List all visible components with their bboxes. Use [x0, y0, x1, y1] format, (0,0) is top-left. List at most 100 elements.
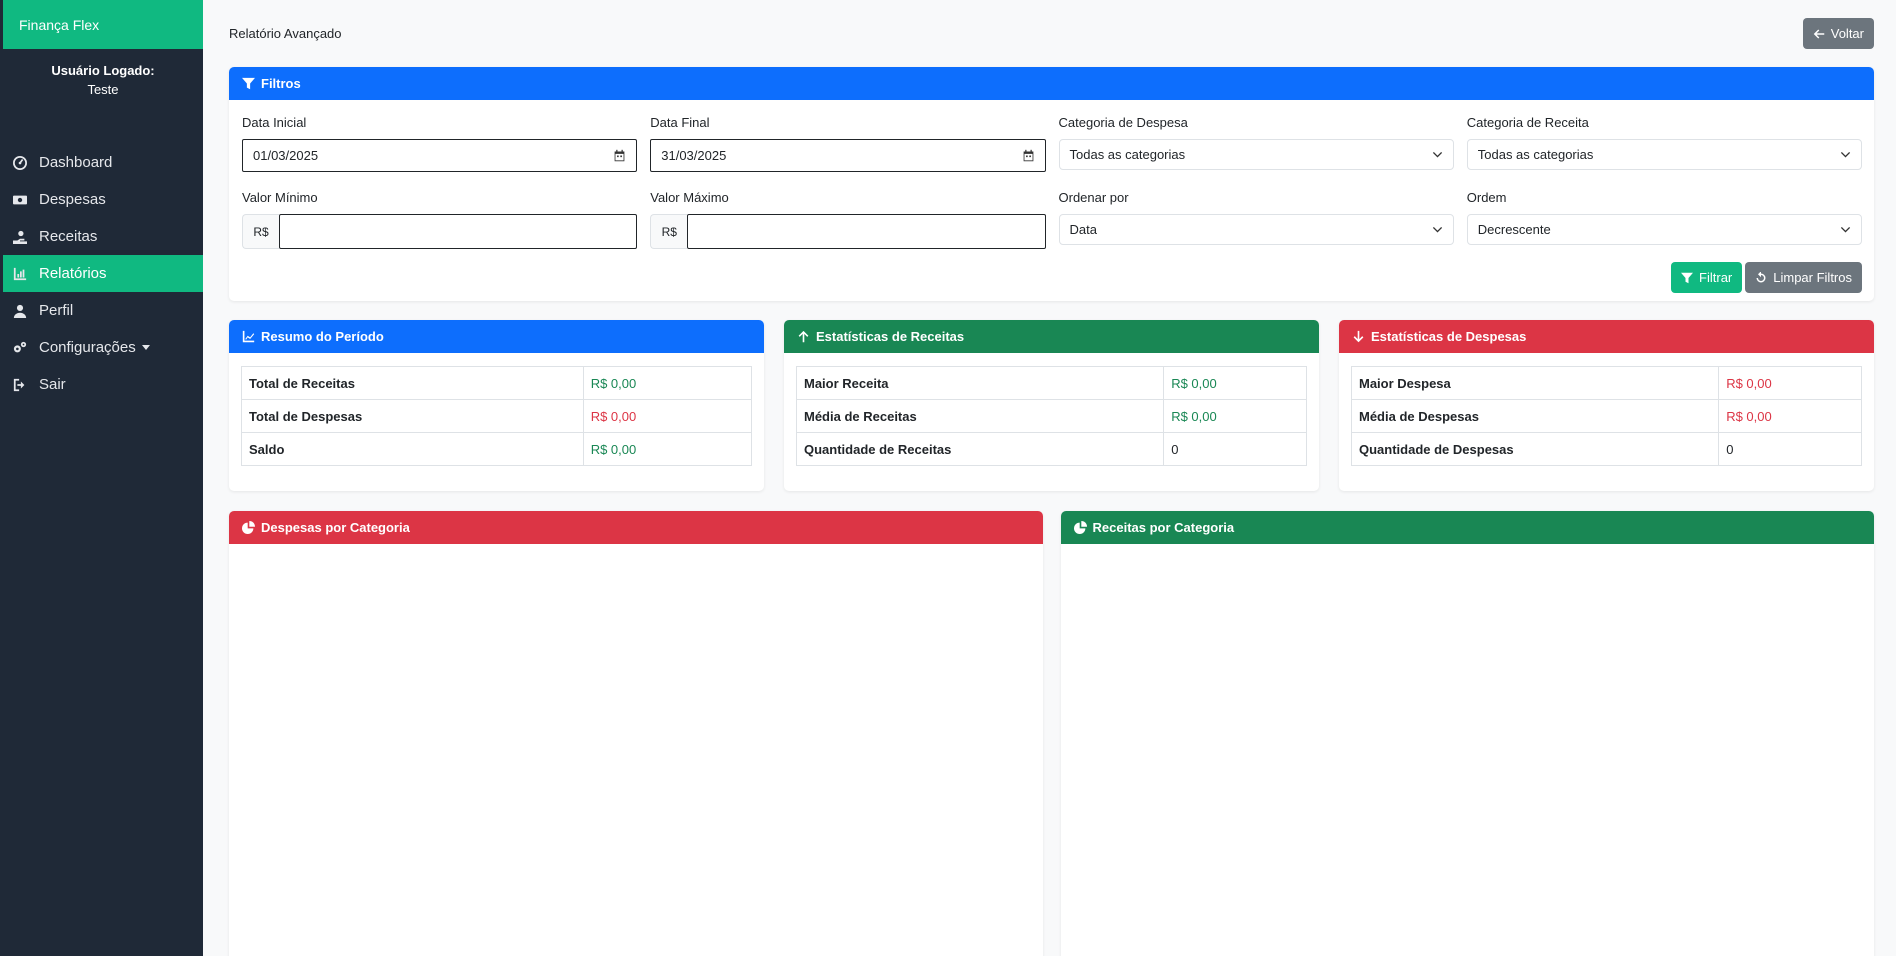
- end-date-label: Data Final: [650, 115, 710, 130]
- sidebar-item-label: Receitas: [39, 228, 98, 245]
- sign-out-icon: [13, 378, 27, 392]
- filter-icon: [1681, 272, 1694, 283]
- order-label: Ordem: [1466, 190, 1507, 205]
- income-count-value: 0: [1163, 432, 1307, 466]
- sidebar-item-sair[interactable]: Sair: [3, 366, 203, 403]
- sidebar-item-dashboard[interactable]: Dashboard: [3, 144, 203, 181]
- avg-expense-value: R$ 0,00: [1718, 399, 1862, 433]
- filter-col: Data Inicial 01/03/2025: [242, 115, 638, 172]
- expense-stats-table: Maior Despesa R$ 0,00 Média de Despesas R$…: [1350, 366, 1862, 466]
- max-income-value: R$ 0,00: [1163, 366, 1307, 400]
- row-label: Total de Receitas: [241, 366, 584, 400]
- hand-coin-icon: [13, 230, 27, 244]
- end-date-input[interactable]: 31/03/2025: [650, 139, 1046, 172]
- income-category-select[interactable]: Todas as categorias: [1466, 139, 1862, 170]
- order-value: Decrescente: [1477, 222, 1551, 237]
- income-category-value: Todas as categorias: [1477, 147, 1594, 162]
- chevron-down-icon: [1432, 151, 1442, 158]
- topbar: Relatório Avançado Voltar: [229, 0, 1874, 67]
- sidebar-item-label: Perfil: [39, 302, 74, 319]
- pie-chart-icon: [1073, 521, 1087, 534]
- min-value-label: Valor Mínimo: [242, 190, 318, 205]
- total-expense-value: R$ 0,00: [582, 399, 753, 433]
- total-income-value: R$ 0,00: [582, 366, 753, 400]
- expense-category-select[interactable]: Todas as categorias: [1058, 139, 1454, 170]
- order-select[interactable]: Decrescente: [1466, 214, 1862, 245]
- max-expense-value: R$ 0,00: [1718, 366, 1862, 400]
- avg-income-value: R$ 0,00: [1163, 399, 1307, 433]
- summary-header: Resumo do Período: [229, 320, 764, 353]
- brand-logo[interactable]: Finança Flex: [3, 0, 203, 49]
- filter-col: Categoria de Despesa Todas as categorias: [1058, 115, 1454, 172]
- main-content: Relatório Avançado Voltar Filtros Data I…: [203, 0, 1896, 956]
- summary-title: Resumo do Período: [261, 329, 384, 344]
- income-stats-header: Estatísticas de Receitas: [784, 320, 1319, 353]
- sidebar-item-configuracoes[interactable]: Configurações: [3, 329, 203, 366]
- user-name: Teste: [87, 82, 119, 97]
- sidebar: Finança Flex Usuário Logado: Teste Dashb…: [0, 0, 203, 956]
- chevron-down-icon: [1840, 226, 1851, 233]
- money-bill-icon: [13, 193, 27, 207]
- sidebar-item-receitas[interactable]: Receitas: [3, 218, 203, 255]
- calendar-icon[interactable]: [1022, 149, 1035, 162]
- start-date-label: Data Inicial: [242, 115, 307, 130]
- table-row: Maior Receita R$ 0,00: [795, 366, 1307, 400]
- clear-filters-label: Limpar Filtros: [1773, 270, 1852, 285]
- arrow-down-icon: [1353, 330, 1364, 343]
- undo-icon: [1756, 271, 1766, 282]
- expenses-chart-title: Despesas por Categoria: [261, 520, 410, 535]
- calendar-icon[interactable]: [613, 149, 626, 162]
- income-chart-title: Receitas por Categoria: [1092, 520, 1235, 535]
- summary-body: Total de Receitas R$ 0,00 Total de Despes…: [229, 353, 764, 479]
- chevron-down-icon: [141, 345, 150, 350]
- filter-button[interactable]: Filtrar: [1671, 262, 1743, 293]
- filter-button-label: Filtrar: [1699, 270, 1733, 285]
- filter-actions: Filtrar Limpar Filtros: [242, 262, 1862, 293]
- expense-stats-header: Estatísticas de Despesas: [1339, 320, 1874, 353]
- row-label: Média de Receitas: [795, 399, 1165, 433]
- min-value-input[interactable]: [279, 214, 638, 249]
- clear-filters-button[interactable]: Limpar Filtros: [1745, 262, 1862, 293]
- start-date-value: 01/03/2025: [253, 148, 319, 163]
- stats-row: Resumo do Período Total de Receitas R$ 0,…: [229, 320, 1874, 491]
- balance-value: R$ 0,00: [582, 432, 753, 466]
- chevron-down-icon: [1432, 226, 1442, 233]
- max-value-input[interactable]: [687, 214, 1046, 249]
- income-chart-card: Receitas por Categoria: [1060, 511, 1874, 956]
- summary-table: Total de Receitas R$ 0,00 Total de Despes…: [241, 366, 753, 466]
- filters-title: Filtros: [261, 76, 301, 91]
- sidebar-item-label: Relatórios: [39, 265, 107, 282]
- table-row: Média de Despesas R$ 0,00: [1350, 399, 1862, 433]
- sidebar-item-label: Dashboard: [39, 154, 113, 171]
- sidebar-item-label: Despesas: [39, 191, 106, 208]
- sidebar-item-label: Configurações: [39, 339, 136, 356]
- arrow-left-icon: [1813, 29, 1824, 38]
- back-button[interactable]: Voltar: [1802, 18, 1874, 49]
- start-date-input[interactable]: 01/03/2025: [242, 139, 638, 172]
- expenses-chart-card: Despesas por Categoria: [229, 511, 1043, 956]
- sidebar-item-perfil[interactable]: Perfil: [3, 292, 203, 329]
- filter-icon: [242, 77, 255, 90]
- sidebar-item-despesas[interactable]: Despesas: [3, 181, 203, 218]
- table-row: Saldo R$ 0,00: [241, 432, 753, 466]
- back-button-label: Voltar: [1830, 26, 1864, 41]
- charts-row: Despesas por Categoria Receitas por Cate…: [229, 511, 1874, 956]
- expenses-chart-header: Despesas por Categoria: [229, 511, 1043, 544]
- expense-stats-title: Estatísticas de Despesas: [1371, 329, 1527, 344]
- income-stats-body: Maior Receita R$ 0,00 Média de Receitas R$…: [784, 353, 1319, 479]
- row-label: Total de Despesas: [241, 399, 584, 433]
- arrow-up-icon: [798, 330, 809, 343]
- sidebar-item-relatorios[interactable]: Relatórios: [3, 255, 203, 292]
- order-by-select[interactable]: Data: [1058, 214, 1454, 245]
- filter-col: Valor Máximo R$: [650, 190, 1046, 249]
- row-label: Quantidade de Receitas: [795, 432, 1165, 466]
- table-row: Maior Despesa R$ 0,00: [1350, 366, 1862, 400]
- currency-prefix: R$: [242, 214, 279, 249]
- end-date-value: 31/03/2025: [661, 148, 727, 163]
- filter-col: Valor Mínimo R$: [242, 190, 638, 249]
- income-stats-card: Estatísticas de Receitas Maior Receita R$…: [784, 320, 1319, 491]
- row-label: Maior Receita: [795, 366, 1165, 400]
- summary-card: Resumo do Período Total de Receitas R$ 0,…: [229, 320, 764, 491]
- income-stats-title: Estatísticas de Receitas: [816, 329, 965, 344]
- chart-line-icon: [13, 267, 27, 281]
